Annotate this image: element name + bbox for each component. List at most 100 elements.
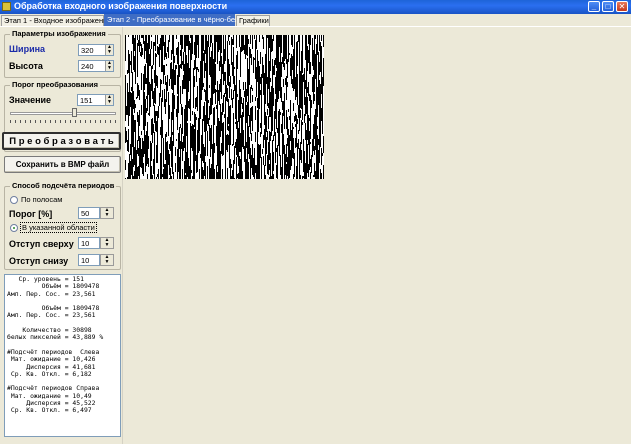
spin-arrows-icon[interactable]: ▲ ▼ — [100, 237, 114, 249]
white-streak — [301, 144, 302, 150]
threshold-spinner[interactable]: 151 ▲ ▼ — [77, 94, 114, 106]
spin-arrows-icon[interactable]: ▲ ▼ — [105, 95, 113, 105]
white-streak — [281, 77, 282, 87]
white-streak — [177, 45, 178, 47]
by-stripes-radio[interactable] — [10, 196, 18, 204]
white-streak — [188, 127, 189, 146]
tab-graphs[interactable]: Графики — [236, 15, 270, 26]
white-streak — [149, 163, 150, 179]
minimize-button[interactable]: _ — [588, 1, 600, 12]
close-button[interactable]: ✕ — [616, 1, 628, 12]
white-streak — [269, 170, 270, 177]
white-streak — [131, 91, 132, 93]
white-streak — [170, 96, 171, 106]
white-streak — [303, 35, 304, 42]
white-streak — [222, 41, 223, 53]
white-streak — [196, 120, 197, 137]
bottom-offset-input[interactable]: 10 — [78, 254, 100, 266]
white-streak — [156, 35, 157, 54]
white-streak — [281, 102, 282, 109]
white-streak — [255, 79, 256, 92]
white-streak — [212, 105, 213, 122]
white-streak — [209, 94, 210, 100]
convert-button[interactable]: П р е о б р а з о в а т ь — [2, 132, 121, 150]
white-streak — [226, 101, 227, 119]
white-streak — [234, 91, 235, 110]
in-area-radio[interactable] — [10, 224, 18, 232]
white-streak — [183, 89, 184, 93]
threshold-slider-thumb[interactable] — [72, 108, 77, 117]
tab-stage-2[interactable]: Этап 2 - Преобразование в чёрно-белое — [104, 14, 248, 26]
white-streak — [156, 86, 157, 98]
results-memo[interactable]: Ср. уровень = 151 Объём = 1809478 Амп. Пе… — [4, 274, 121, 437]
white-streak — [290, 76, 291, 81]
maximize-button[interactable]: □ — [602, 1, 614, 12]
white-streak — [154, 35, 155, 37]
white-streak — [180, 128, 181, 137]
white-streak — [227, 35, 228, 41]
white-streak — [178, 113, 179, 127]
white-streak — [162, 138, 163, 152]
white-streak — [300, 160, 301, 175]
spin-arrows-icon[interactable]: ▲ ▼ — [100, 207, 114, 219]
panel-splitter[interactable] — [122, 27, 123, 444]
white-streak — [194, 55, 195, 60]
white-streak — [141, 90, 142, 94]
white-streak — [148, 115, 149, 125]
white-streak — [240, 118, 241, 129]
tab-strip: Этап 1 - Входное изображение Этап 2 - Пр… — [0, 14, 631, 26]
in-area-label[interactable]: В указанной области — [20, 222, 97, 233]
white-streak — [203, 65, 204, 83]
white-streak — [258, 53, 259, 61]
white-streak — [159, 106, 160, 112]
period-threshold-input[interactable]: 50 — [78, 207, 100, 219]
white-streak — [147, 164, 148, 174]
white-streak — [165, 160, 166, 164]
white-streak — [183, 93, 184, 101]
white-streak — [139, 100, 140, 110]
white-streak — [252, 131, 253, 144]
top-offset-input[interactable]: 10 — [78, 237, 100, 249]
white-streak — [285, 90, 286, 98]
white-streak — [260, 64, 261, 77]
white-streak — [152, 35, 153, 54]
white-streak — [289, 84, 290, 103]
by-stripes-label[interactable]: По полосам — [21, 195, 62, 204]
white-streak — [237, 178, 238, 179]
width-spinner[interactable]: 320 ▲ ▼ — [78, 44, 114, 56]
white-streak — [136, 103, 137, 122]
white-streak — [283, 154, 284, 173]
white-streak — [176, 124, 177, 139]
spin-arrows-icon[interactable]: ▲ ▼ — [100, 254, 114, 266]
threshold-slider-track[interactable] — [10, 112, 116, 115]
white-streak — [176, 117, 177, 124]
tab-stage-1[interactable]: Этап 1 - Входное изображение — [1, 15, 111, 26]
white-streak — [320, 164, 321, 169]
white-streak — [183, 123, 184, 136]
white-streak — [297, 124, 298, 143]
white-streak — [204, 78, 205, 89]
white-streak — [170, 151, 171, 168]
spin-arrows-icon[interactable]: ▲ ▼ — [105, 61, 113, 71]
white-streak — [238, 74, 239, 88]
white-streak — [176, 171, 177, 179]
app-icon — [2, 2, 11, 11]
white-streak — [254, 51, 255, 55]
white-streak — [136, 35, 137, 49]
white-streak — [188, 146, 189, 158]
save-bmp-button[interactable]: Сохранить в BMP файл — [4, 156, 121, 173]
white-streak — [159, 112, 160, 115]
white-streak — [199, 151, 200, 158]
white-streak — [175, 44, 176, 50]
white-streak — [152, 69, 153, 79]
white-streak — [144, 154, 145, 172]
white-streak — [249, 85, 250, 104]
white-streak — [187, 121, 188, 123]
white-streak — [259, 131, 260, 145]
white-streak — [198, 85, 199, 100]
white-streak — [274, 155, 275, 166]
spin-arrows-icon[interactable]: ▲ ▼ — [105, 45, 113, 55]
height-spinner[interactable]: 240 ▲ ▼ — [78, 60, 114, 72]
white-streak — [271, 136, 272, 141]
white-streak — [213, 48, 214, 59]
